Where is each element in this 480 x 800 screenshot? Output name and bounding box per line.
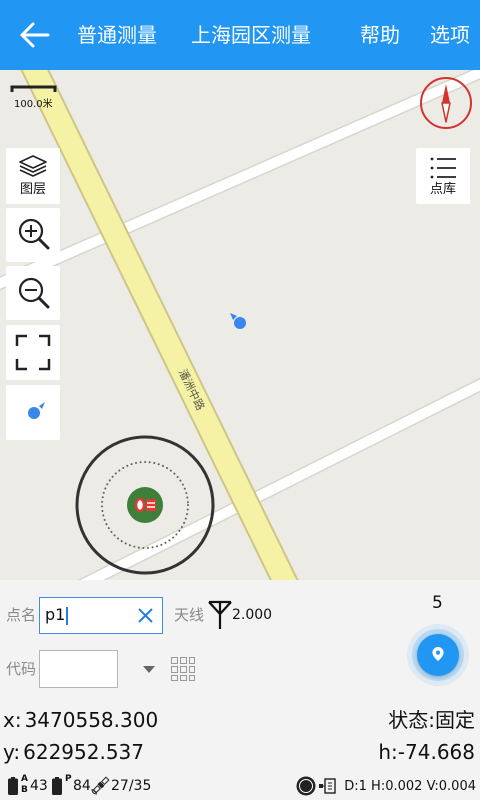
point-name-input[interactable]: p1 <box>39 597 163 634</box>
location-pin-icon <box>432 647 444 661</box>
layers-button-label: 图层 <box>19 182 46 197</box>
antenna-label: 天线 <box>174 606 205 624</box>
solution-status: 状态:固定 <box>388 708 475 732</box>
tab-shanghai-park-survey[interactable]: 上海园区测量 <box>191 22 311 48</box>
rover-icon <box>134 497 156 513</box>
my-location-icon <box>28 402 45 419</box>
antenna-height-value[interactable]: 2.000 <box>232 606 272 624</box>
point-name-text: p1 <box>45 598 69 632</box>
scale-label: 100.0米 <box>14 99 53 110</box>
point-name-label: 点名 <box>6 606 37 624</box>
y-label: y: <box>3 740 21 764</box>
battery-2-label: P <box>65 774 72 784</box>
device-icon[interactable] <box>318 777 338 795</box>
current-position-dot <box>234 317 246 329</box>
chevron-down-icon[interactable] <box>143 666 155 673</box>
top-app-bar: 普通测量 上海园区测量 帮助 选项 <box>0 0 480 70</box>
list-icon <box>430 157 456 179</box>
antenna-icon[interactable] <box>207 599 233 631</box>
x-label: x: <box>3 708 22 732</box>
point-counter: 5 <box>432 593 443 613</box>
h-value: -74.668 <box>397 740 475 764</box>
status-value: 固定 <box>435 708 475 732</box>
zoom-out-button[interactable] <box>6 266 60 320</box>
tab-options[interactable]: 选项 <box>430 22 470 48</box>
fullscreen-button[interactable] <box>6 325 60 380</box>
tab-help[interactable]: 帮助 <box>360 22 400 48</box>
h-coordinate: h:-74.668 <box>378 740 475 764</box>
back-arrow-icon[interactable] <box>18 20 52 50</box>
my-location-button[interactable] <box>6 385 60 440</box>
map-canvas[interactable]: 潘洲中路 <box>0 70 480 580</box>
point-library-button-label: 点库 <box>429 182 456 197</box>
text-cursor <box>66 606 69 625</box>
battery-1-level: 43 <box>30 778 48 794</box>
zoom-in-button[interactable] <box>6 208 60 262</box>
tab-normal-survey[interactable]: 普通测量 <box>77 22 157 48</box>
battery-icon <box>52 777 62 795</box>
code-label: 代码 <box>6 660 37 678</box>
zoom-in-icon <box>18 218 50 250</box>
point-name-value: p1 <box>45 605 66 624</box>
zoom-out-icon <box>18 277 50 309</box>
battery-1-label-bottom: B <box>21 785 28 795</box>
x-value: 3470558.300 <box>24 708 159 732</box>
precision-readout: D:1 H:0.002 V:0.004 <box>344 779 476 794</box>
current-position <box>230 313 246 329</box>
battery-2-level: 84 <box>73 778 91 794</box>
road-minor-north <box>0 70 480 291</box>
battery-1-label-top: A <box>21 774 28 784</box>
satellite-icon <box>91 776 110 795</box>
y-coordinate: y: 622952.537 <box>3 740 144 764</box>
status-label: 状态: <box>388 708 435 732</box>
close-icon[interactable] <box>137 607 154 624</box>
satellite-count: 27/35 <box>111 778 152 794</box>
layers-button[interactable]: 图层 <box>6 148 60 204</box>
code-input[interactable] <box>39 650 118 688</box>
compass-icon[interactable] <box>419 76 473 130</box>
map-view[interactable]: 潘洲中路 100.0米 图层 点库 <box>0 70 480 580</box>
point-library-button[interactable]: 点库 <box>416 148 470 204</box>
layers-icon <box>19 155 47 177</box>
grid-icon[interactable] <box>171 657 195 681</box>
battery-icon <box>8 777 18 795</box>
fullscreen-icon <box>15 334 51 371</box>
x-coordinate: x: 3470558.300 <box>3 708 158 732</box>
y-value: 622952.537 <box>23 740 145 764</box>
collect-point-button[interactable] <box>417 634 459 676</box>
record-icon[interactable] <box>296 776 316 796</box>
h-label: h: <box>378 740 398 764</box>
